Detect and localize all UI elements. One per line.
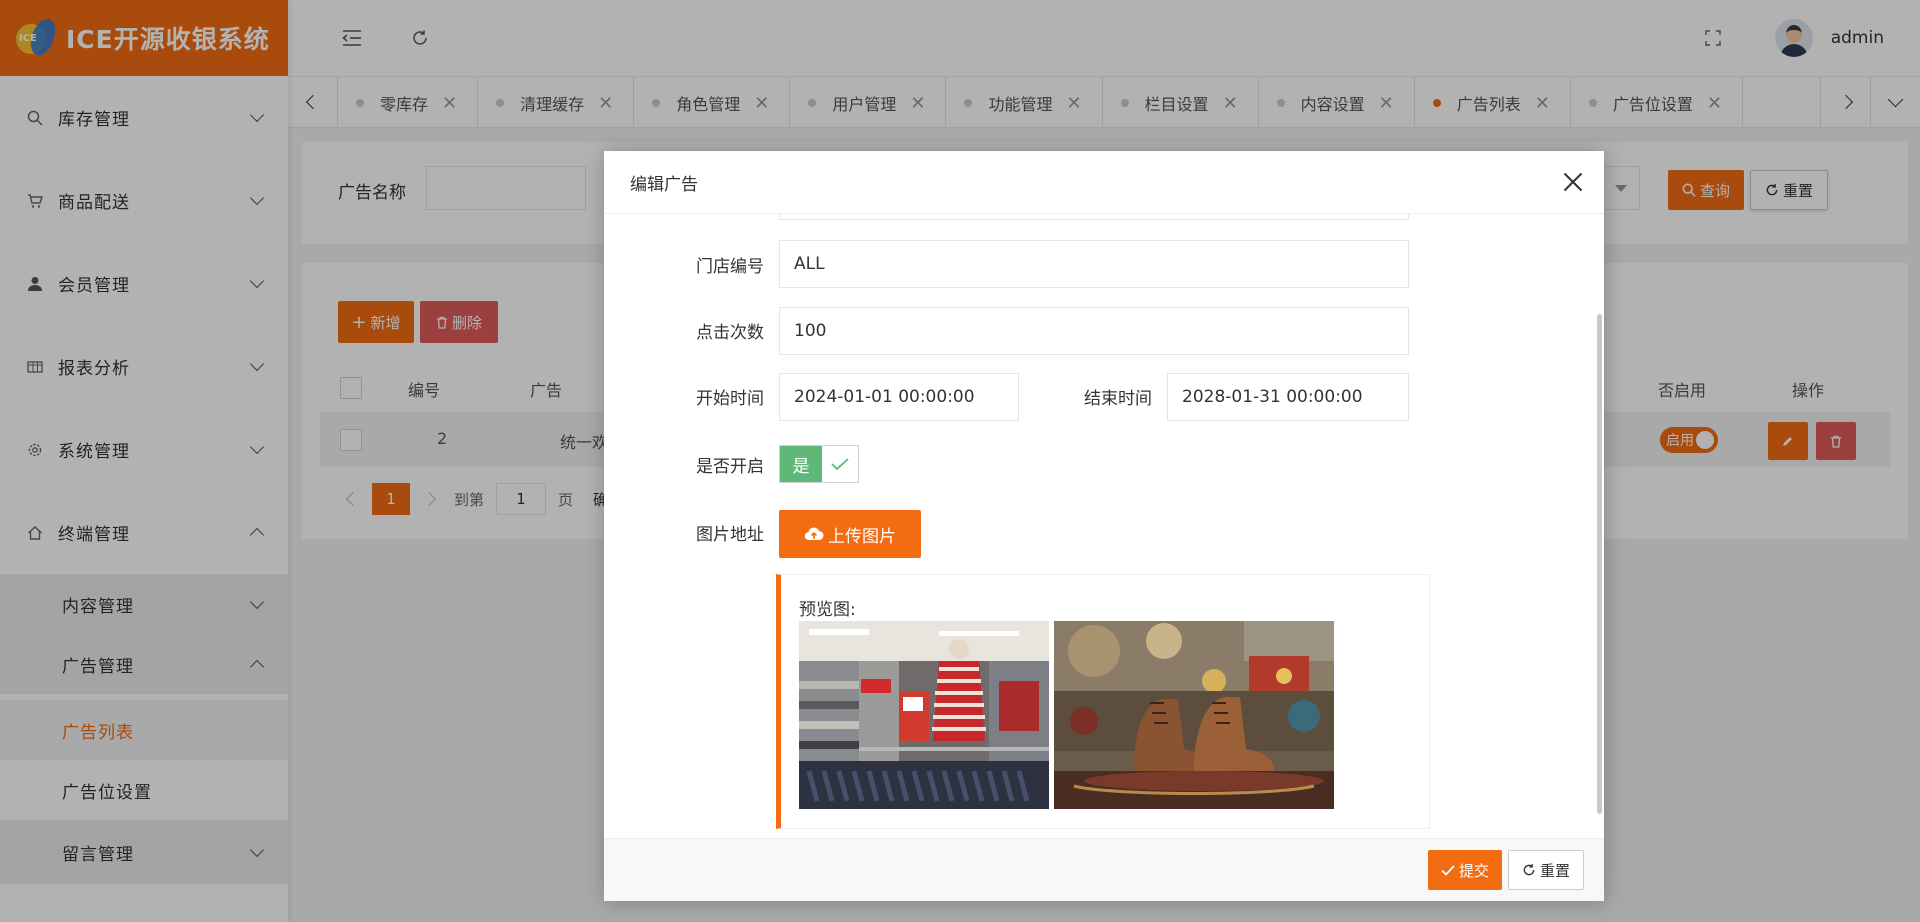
end-time-label: 结束时间 [1084, 389, 1152, 409]
check-icon [822, 446, 858, 482]
enabled-value: 是 [780, 446, 822, 482]
end-time-input[interactable]: 2028-01-31 00:00:00 [1167, 373, 1409, 421]
dialog-reset-button[interactable]: 重置 [1508, 850, 1584, 890]
edit-ad-dialog: 编辑广告 门店编号 ALL 点击次数 100 开始时间 2024-01-01 0… [604, 151, 1604, 901]
image-preview: 预览图: [776, 574, 1430, 829]
close-icon[interactable] [1560, 169, 1586, 195]
reset-button-label: 重置 [1539, 861, 1570, 880]
upload-button-label: 上传图片 [828, 526, 896, 547]
enabled-checkbox[interactable]: 是 [779, 445, 859, 483]
start-time-input[interactable]: 2024-01-01 00:00:00 [779, 373, 1019, 421]
dialog-scrollbar[interactable] [1597, 314, 1602, 814]
dialog-body: 门店编号 ALL 点击次数 100 开始时间 2024-01-01 00:00:… [604, 214, 1604, 838]
preview-label: 预览图: [799, 600, 856, 620]
store-code-label: 门店编号 [696, 257, 764, 277]
scrolled-field[interactable] [779, 214, 1409, 220]
image-url-label: 图片地址 [696, 525, 764, 545]
refresh-icon [1523, 864, 1535, 876]
clicks-input[interactable]: 100 [779, 307, 1409, 355]
cloud-upload-icon [804, 527, 824, 541]
submit-button[interactable]: 提交 [1428, 850, 1502, 890]
start-time-label: 开始时间 [696, 389, 764, 409]
check-icon [1441, 864, 1455, 876]
submit-button-label: 提交 [1458, 861, 1489, 880]
preview-image-clothing-store[interactable] [799, 621, 1049, 809]
store-code-input[interactable]: ALL [779, 240, 1409, 288]
dialog-title: 编辑广告 [604, 151, 1604, 214]
dialog-footer: 提交 重置 [604, 838, 1604, 901]
enabled-label: 是否开启 [696, 457, 764, 477]
preview-image-leather-boots[interactable] [1054, 621, 1334, 809]
upload-image-button[interactable]: 上传图片 [779, 510, 921, 558]
clicks-label: 点击次数 [696, 323, 764, 343]
